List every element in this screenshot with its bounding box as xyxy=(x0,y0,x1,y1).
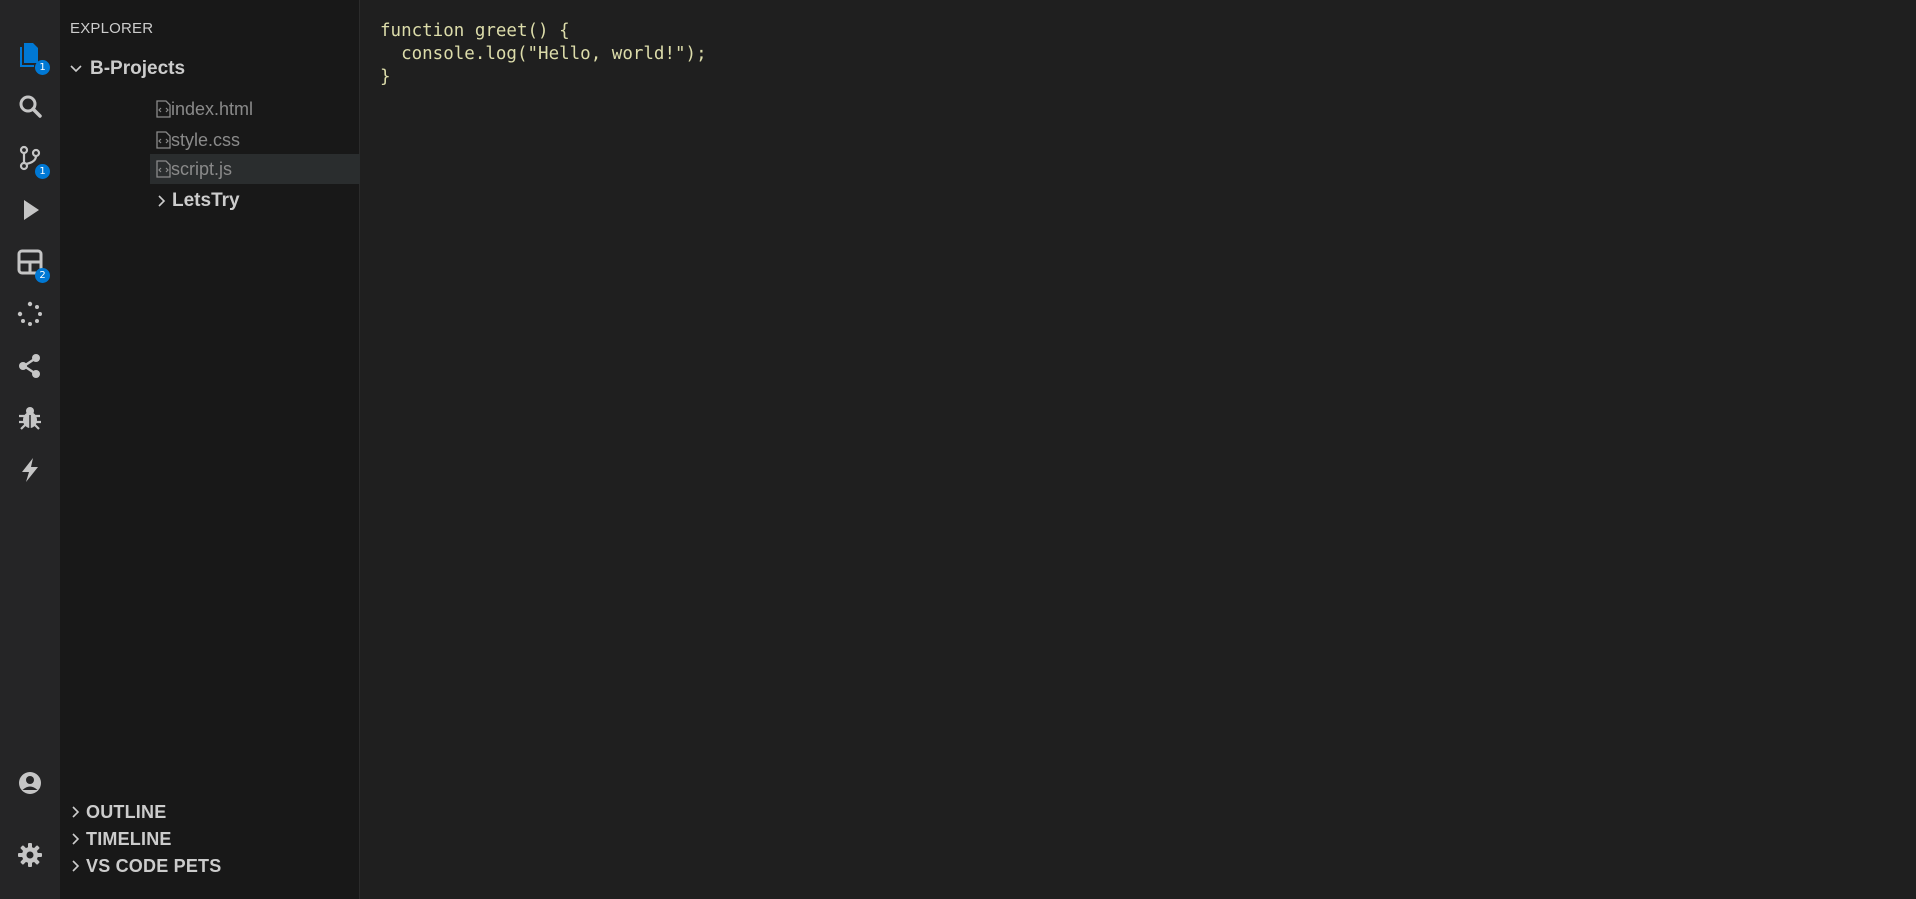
activity-settings[interactable] xyxy=(0,829,60,881)
chevron-right-icon xyxy=(72,833,80,845)
subfolder-label: LetsTry xyxy=(172,190,240,211)
run-icon xyxy=(24,200,39,220)
activity-accounts[interactable] xyxy=(0,757,60,809)
activity-source-control[interactable]: 1 xyxy=(0,132,60,184)
activity-live-share[interactable] xyxy=(0,340,60,392)
code-line: console.log("Hello, world!"); xyxy=(380,44,707,64)
vscode-window: 1 1 2 EXPLORER B-Projects index.html sty… xyxy=(0,0,1916,899)
chevron-right-icon xyxy=(72,806,80,818)
explorer-badge: 1 xyxy=(35,60,50,75)
folder-label: B-Projects xyxy=(90,58,186,79)
file-index-html[interactable]: index.html xyxy=(60,94,409,124)
source-control-badge: 1 xyxy=(35,164,50,179)
account-icon xyxy=(19,772,41,794)
share-icon xyxy=(19,354,40,378)
file-code-icon xyxy=(156,160,171,178)
file-style-css[interactable]: style.css xyxy=(60,125,409,155)
code-content[interactable]: function greet() { console.log("Hello, w… xyxy=(380,20,707,89)
activity-search[interactable] xyxy=(0,80,60,132)
section-label: TIMELINE xyxy=(86,828,172,849)
file-label: script.js xyxy=(171,158,233,179)
code-line: } xyxy=(380,67,391,87)
explorer-title: EXPLORER xyxy=(70,20,154,37)
activity-loading[interactable] xyxy=(0,288,60,340)
editor-area[interactable]: function greet() { console.log("Hello, w… xyxy=(360,0,1916,899)
code-line: function greet() { xyxy=(380,21,570,41)
section-vs-code-pets[interactable]: VS CODE PETS xyxy=(68,853,221,879)
section-label: OUTLINE xyxy=(86,801,167,822)
file-code-icon xyxy=(156,100,171,118)
chevron-down-icon xyxy=(70,65,82,73)
chevron-right-icon xyxy=(158,195,166,207)
folder-letstry[interactable]: LetsTry xyxy=(154,188,240,214)
explorer-sidebar: EXPLORER B-Projects index.html style.css xyxy=(60,0,409,899)
section-outline[interactable]: OUTLINE xyxy=(68,799,166,825)
folder-b-projects[interactable]: B-Projects xyxy=(68,56,185,82)
file-label: style.css xyxy=(171,129,241,150)
bug-icon xyxy=(19,407,41,430)
gear-icon xyxy=(18,843,42,867)
chevron-right-icon xyxy=(72,860,80,872)
file-label: index.html xyxy=(171,98,254,119)
activity-lightning[interactable] xyxy=(0,444,60,496)
extensions-badge: 2 xyxy=(35,268,50,283)
activity-run-debug[interactable] xyxy=(0,184,60,236)
activity-extensions[interactable]: 2 xyxy=(0,236,60,288)
section-label: VS CODE PETS xyxy=(86,855,222,876)
file-code-icon xyxy=(156,131,171,149)
activity-debug[interactable] xyxy=(0,392,60,444)
lightning-icon xyxy=(22,458,38,482)
loading-icon xyxy=(17,301,42,326)
section-timeline[interactable]: TIMELINE xyxy=(68,826,172,852)
activity-bar: 1 1 2 xyxy=(0,0,60,899)
search-icon xyxy=(19,95,42,118)
activity-explorer[interactable]: 1 xyxy=(0,28,60,80)
